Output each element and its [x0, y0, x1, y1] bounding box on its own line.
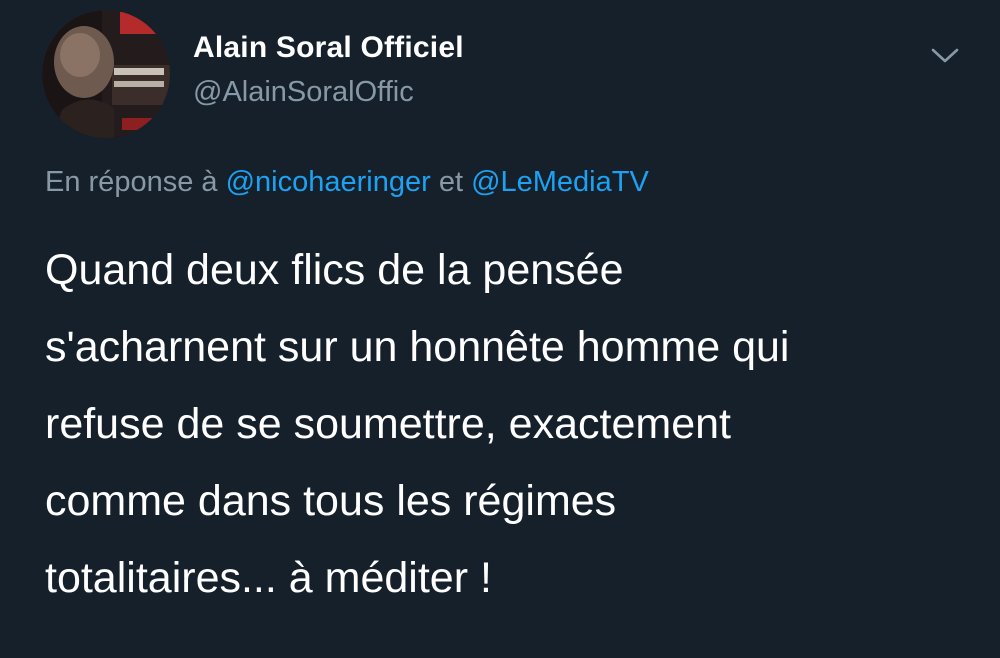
mention-link-lemediatv[interactable]: @LeMediaTV — [471, 166, 649, 198]
author-name[interactable]: Alain Soral Officiel — [193, 28, 464, 68]
tweet-card: Alain Soral Officiel @AlainSoralOffic En… — [0, 0, 1000, 658]
tweet-text-line: refuse de se soumettre, exactement — [45, 400, 731, 448]
tweet-text: Quand deux flics de la pensée s'acharnen… — [45, 232, 965, 617]
tweet-text-line: comme dans tous les régimes — [45, 477, 617, 525]
tweet-text-line: Quand deux flics de la pensée — [45, 246, 624, 294]
author-block[interactable]: Alain Soral Officiel @AlainSoralOffic — [193, 28, 464, 112]
reply-context: En réponse à @nicohaeringer et @LeMediaT… — [45, 163, 649, 201]
chevron-down-icon[interactable] — [928, 40, 962, 70]
avatar[interactable] — [42, 10, 170, 138]
reply-prefix: En réponse à — [45, 166, 218, 198]
reply-conjunction: et — [438, 166, 463, 198]
avatar-photo — [42, 10, 170, 138]
author-handle[interactable]: @AlainSoralOffic — [193, 72, 464, 112]
mention-link-nicohaeringer[interactable]: @nicohaeringer — [226, 166, 431, 198]
tweet-text-line: totalitaires... à méditer ! — [45, 554, 492, 602]
tweet-text-line: s'acharnent sur un honnête homme qui — [45, 323, 790, 371]
